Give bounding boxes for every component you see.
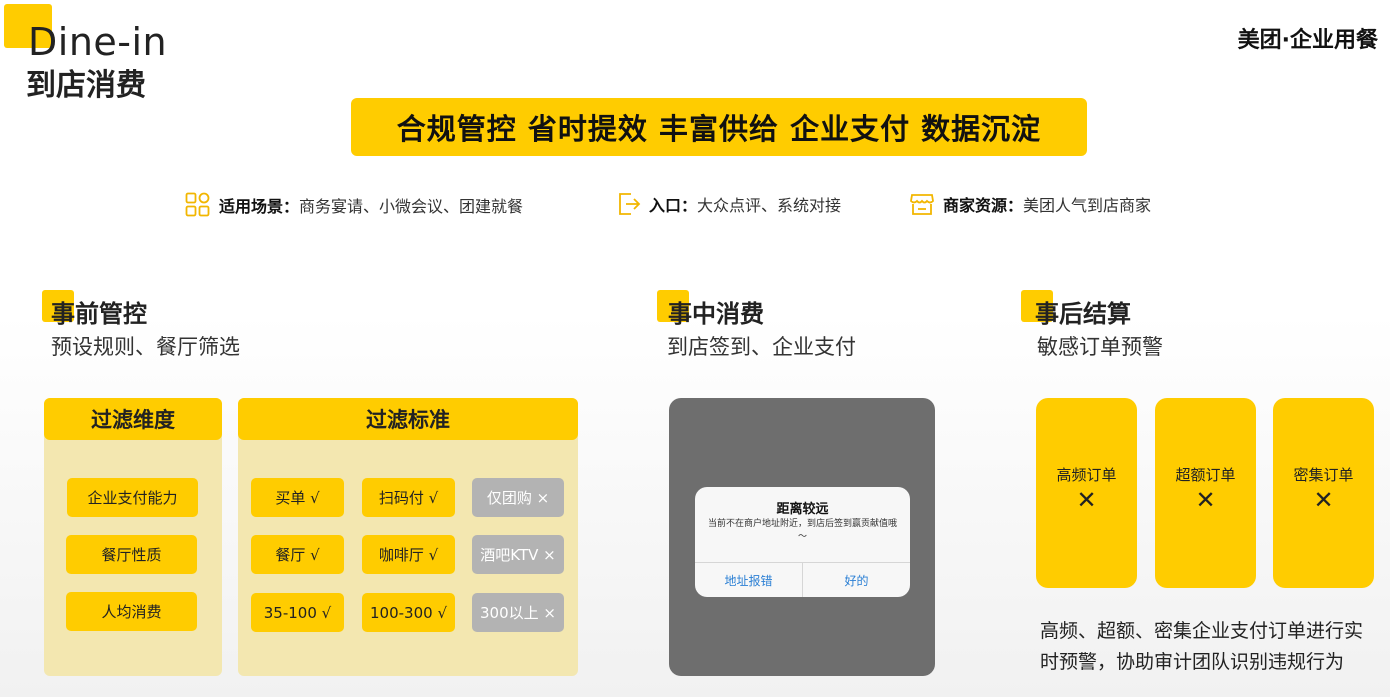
brand-logo-text: 美团·企业用餐 <box>1237 28 1378 53</box>
standard-item: 100-300 √ <box>362 593 455 632</box>
info-scenario-key: 适用场景： <box>219 197 300 216</box>
section-subtitle-pre: 预设规则、餐厅筛选 <box>51 335 240 359</box>
info-entry-key: 入口： <box>649 196 698 215</box>
info-merchant: 商家资源： 美团人气到店商家 <box>909 192 1151 216</box>
filter-dimension-header: 过滤维度 <box>44 398 222 440</box>
info-scenario: 适用场景： 商务宴请、小微会议、团建就餐 <box>185 192 523 218</box>
section-subtitle-mid: 到店签到、企业支付 <box>667 335 856 359</box>
cross-icon: ✕ <box>1313 486 1334 514</box>
value-banner: 合规管控 省时提效 丰富供给 企业支付 数据沉淀 <box>351 98 1087 156</box>
dimension-item: 企业支付能力 <box>67 478 198 517</box>
info-merchant-value: 美团人气到店商家 <box>1023 196 1152 215</box>
info-merchant-key: 商家资源： <box>943 196 1024 215</box>
standard-item-excluded: 仅团购 × <box>472 478 564 517</box>
filter-standard-panel: 过滤标准 买单 √ 扫码付 √ 仅团购 × 餐厅 √ 咖啡厅 √ 酒吧KTV ×… <box>238 398 578 676</box>
section-subtitle-post: 敏感订单预警 <box>1037 335 1163 359</box>
standard-item-excluded: 300以上 × <box>472 593 564 632</box>
alert-card-label: 高频订单 <box>1056 466 1117 484</box>
dialog-title: 距离较远 <box>776 502 829 517</box>
standard-item: 扫码付 √ <box>362 478 455 517</box>
banner-text: 合规管控 省时提效 丰富供给 企业支付 数据沉淀 <box>396 112 1042 146</box>
alert-description: 高频、超额、密集企业支付订单进行实时预警，协助审计团队识别违规行为 <box>1040 620 1364 673</box>
alert-card-over-limit: 超额订单 ✕ <box>1155 398 1256 588</box>
ok-button[interactable]: 好的 <box>803 563 910 597</box>
store-icon <box>910 194 934 215</box>
page-title-zh: 到店消费 <box>26 68 146 103</box>
standard-item: 35-100 √ <box>251 593 344 632</box>
info-entry-value: 大众点评、系统对接 <box>697 196 842 215</box>
section-title-pre: 事前管控 <box>51 300 147 328</box>
standard-item-excluded: 酒吧KTV × <box>472 535 564 574</box>
report-address-error-button[interactable]: 地址报错 <box>695 563 802 597</box>
info-entry: 入口： 大众点评、系统对接 <box>617 192 841 216</box>
info-scenario-value: 商务宴请、小微会议、团建就餐 <box>299 197 524 216</box>
alert-card-label: 密集订单 <box>1293 466 1354 484</box>
standard-item: 餐厅 √ <box>251 535 344 574</box>
grid-icon <box>185 192 210 217</box>
standard-item: 买单 √ <box>251 478 344 517</box>
alert-card-high-frequency: 高频订单 ✕ <box>1036 398 1137 588</box>
entry-arrow-icon <box>619 193 641 215</box>
alert-card-dense: 密集订单 ✕ <box>1273 398 1374 588</box>
standard-item: 咖啡厅 √ <box>362 535 455 574</box>
filter-standard-header: 过滤标准 <box>238 398 578 440</box>
dialog-message: 当前不在商户地址附近，到店后签到赢贡献值哦～ <box>707 519 897 542</box>
section-title-mid: 事中消费 <box>668 300 764 328</box>
alert-card-label: 超额订单 <box>1175 466 1236 484</box>
cross-icon: ✕ <box>1076 486 1097 514</box>
filter-dimension-panel: 过滤维度 企业支付能力 餐厅性质 人均消费 <box>44 398 222 676</box>
section-title-post: 事后结算 <box>1035 300 1131 328</box>
dimension-item: 餐厅性质 <box>66 535 197 574</box>
distance-alert-dialog: 距离较远 当前不在商户地址附近，到店后签到赢贡献值哦～ 地址报错 好的 <box>695 487 910 597</box>
page-title-en: Dine-in <box>28 20 168 64</box>
dimension-item: 人均消费 <box>66 592 197 631</box>
cross-icon: ✕ <box>1195 486 1216 514</box>
